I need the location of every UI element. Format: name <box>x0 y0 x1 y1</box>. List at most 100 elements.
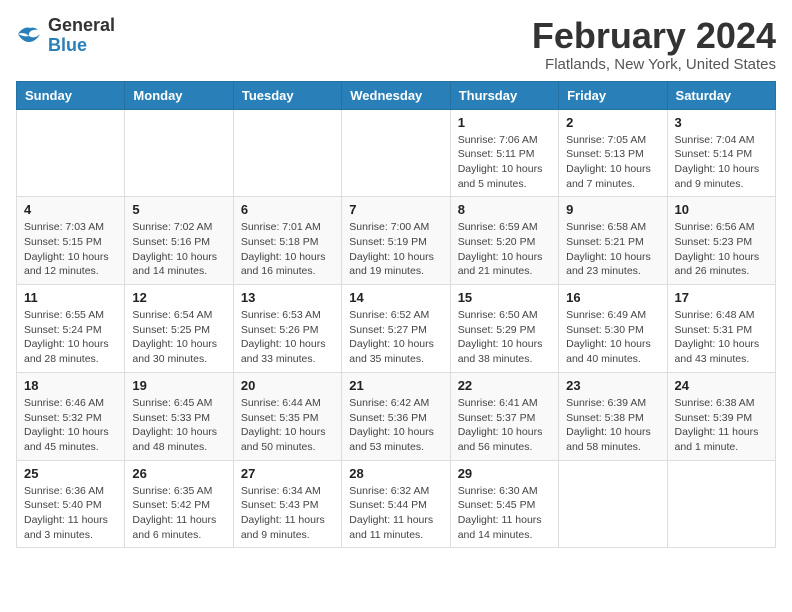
day-number: 22 <box>458 378 551 393</box>
calendar-cell: 29Sunrise: 6:30 AM Sunset: 5:45 PM Dayli… <box>450 460 558 548</box>
weekday-header-friday: Friday <box>559 81 667 109</box>
weekday-header-monday: Monday <box>125 81 233 109</box>
calendar-cell: 2Sunrise: 7:05 AM Sunset: 5:13 PM Daylig… <box>559 109 667 197</box>
day-number: 7 <box>349 202 442 217</box>
day-info: Sunrise: 6:52 AM Sunset: 5:27 PM Dayligh… <box>349 308 442 367</box>
calendar-cell <box>559 460 667 548</box>
calendar-cell: 7Sunrise: 7:00 AM Sunset: 5:19 PM Daylig… <box>342 197 450 285</box>
calendar-cell: 22 Sunrise: 6:41 AM Sunset: 5:37 PM Dayli… <box>450 372 558 460</box>
calendar-cell: 1 Sunrise: 7:06 AM Sunset: 5:11 PM Daylig… <box>450 109 558 197</box>
day-info: Sunrise: 6:32 AM Sunset: 5:44 PM Dayligh… <box>349 484 442 543</box>
weekday-header-thursday: Thursday <box>450 81 558 109</box>
calendar-cell: 14 Sunrise: 6:52 AM Sunset: 5:27 PM Dayli… <box>342 285 450 373</box>
day-info: Sunrise: 7:04 AM Sunset: 5:14 PM Dayligh… <box>675 133 768 192</box>
day-number: 15 <box>458 290 551 305</box>
calendar-cell: 16 Sunrise: 6:49 AM Sunset: 5:30 PM Dayli… <box>559 285 667 373</box>
calendar-cell <box>233 109 341 197</box>
calendar-cell: 8Sunrise: 6:59 AM Sunset: 5:20 PM Daylig… <box>450 197 558 285</box>
day-number: 19 <box>132 378 225 393</box>
day-number: 24 <box>675 378 768 393</box>
calendar-week-1: 1 Sunrise: 7:06 AM Sunset: 5:11 PM Daylig… <box>17 109 776 197</box>
day-info: Sunrise: 6:55 AM Sunset: 5:24 PM Dayligh… <box>24 308 117 367</box>
calendar-cell: 13 Sunrise: 6:53 AM Sunset: 5:26 PM Dayli… <box>233 285 341 373</box>
day-info: Sunrise: 6:44 AM Sunset: 5:35 PM Dayligh… <box>241 396 334 455</box>
calendar-week-5: 25 Sunrise: 6:36 AM Sunset: 5:40 PM Dayli… <box>17 460 776 548</box>
page-header: General Blue February 2024 Flatlands, Ne… <box>16 16 776 73</box>
day-info: Sunrise: 6:50 AM Sunset: 5:29 PM Dayligh… <box>458 308 551 367</box>
day-info: Sunrise: 6:35 AM Sunset: 5:42 PM Dayligh… <box>132 484 225 543</box>
day-number: 6 <box>241 202 334 217</box>
day-info: Sunrise: 6:42 AM Sunset: 5:36 PM Dayligh… <box>349 396 442 455</box>
calendar-cell: 12Sunrise: 6:54 AM Sunset: 5:25 PM Dayli… <box>125 285 233 373</box>
day-number: 27 <box>241 466 334 481</box>
calendar-cell: 4Sunrise: 7:03 AM Sunset: 5:15 PM Daylig… <box>17 197 125 285</box>
calendar-cell: 21 Sunrise: 6:42 AM Sunset: 5:36 PM Dayli… <box>342 372 450 460</box>
day-number: 18 <box>24 378 117 393</box>
calendar-cell: 6 Sunrise: 7:01 AM Sunset: 5:18 PM Daylig… <box>233 197 341 285</box>
day-info: Sunrise: 7:06 AM Sunset: 5:11 PM Dayligh… <box>458 133 551 192</box>
calendar-week-3: 11 Sunrise: 6:55 AM Sunset: 5:24 PM Dayli… <box>17 285 776 373</box>
day-info: Sunrise: 6:49 AM Sunset: 5:30 PM Dayligh… <box>566 308 659 367</box>
logo-bird-icon <box>16 24 44 48</box>
day-number: 1 <box>458 115 551 130</box>
day-number: 21 <box>349 378 442 393</box>
calendar-cell: 23Sunrise: 6:39 AM Sunset: 5:38 PM Dayli… <box>559 372 667 460</box>
weekday-header-row: SundayMondayTuesdayWednesdayThursdayFrid… <box>17 81 776 109</box>
month-title: February 2024 <box>532 16 776 56</box>
day-info: Sunrise: 7:02 AM Sunset: 5:16 PM Dayligh… <box>132 220 225 279</box>
calendar-cell: 26 Sunrise: 6:35 AM Sunset: 5:42 PM Dayli… <box>125 460 233 548</box>
weekday-header-saturday: Saturday <box>667 81 775 109</box>
day-info: Sunrise: 6:45 AM Sunset: 5:33 PM Dayligh… <box>132 396 225 455</box>
day-number: 25 <box>24 466 117 481</box>
day-number: 12 <box>132 290 225 305</box>
calendar-cell: 19 Sunrise: 6:45 AM Sunset: 5:33 PM Dayli… <box>125 372 233 460</box>
day-info: Sunrise: 6:58 AM Sunset: 5:21 PM Dayligh… <box>566 220 659 279</box>
logo: General Blue <box>16 16 115 56</box>
day-info: Sunrise: 7:05 AM Sunset: 5:13 PM Dayligh… <box>566 133 659 192</box>
calendar-cell: 27Sunrise: 6:34 AM Sunset: 5:43 PM Dayli… <box>233 460 341 548</box>
day-info: Sunrise: 6:59 AM Sunset: 5:20 PM Dayligh… <box>458 220 551 279</box>
day-info: Sunrise: 7:01 AM Sunset: 5:18 PM Dayligh… <box>241 220 334 279</box>
calendar-cell: 9Sunrise: 6:58 AM Sunset: 5:21 PM Daylig… <box>559 197 667 285</box>
day-info: Sunrise: 6:53 AM Sunset: 5:26 PM Dayligh… <box>241 308 334 367</box>
day-info: Sunrise: 6:36 AM Sunset: 5:40 PM Dayligh… <box>24 484 117 543</box>
calendar-cell: 24 Sunrise: 6:38 AM Sunset: 5:39 PM Dayli… <box>667 372 775 460</box>
day-number: 17 <box>675 290 768 305</box>
calendar-cell: 20 Sunrise: 6:44 AM Sunset: 5:35 PM Dayli… <box>233 372 341 460</box>
day-number: 20 <box>241 378 334 393</box>
calendar-cell: 10Sunrise: 6:56 AM Sunset: 5:23 PM Dayli… <box>667 197 775 285</box>
location: Flatlands, New York, United States <box>532 56 776 73</box>
calendar-cell: 18 Sunrise: 6:46 AM Sunset: 5:32 PM Dayli… <box>17 372 125 460</box>
calendar-cell: 11 Sunrise: 6:55 AM Sunset: 5:24 PM Dayli… <box>17 285 125 373</box>
calendar-cell: 3 Sunrise: 7:04 AM Sunset: 5:14 PM Daylig… <box>667 109 775 197</box>
calendar-cell: 5 Sunrise: 7:02 AM Sunset: 5:16 PM Daylig… <box>125 197 233 285</box>
day-number: 5 <box>132 202 225 217</box>
calendar-cell: 15 Sunrise: 6:50 AM Sunset: 5:29 PM Dayli… <box>450 285 558 373</box>
day-number: 28 <box>349 466 442 481</box>
day-number: 3 <box>675 115 768 130</box>
day-number: 16 <box>566 290 659 305</box>
day-number: 13 <box>241 290 334 305</box>
logo-text: General Blue <box>48 16 115 56</box>
title-block: February 2024 Flatlands, New York, Unite… <box>532 16 776 73</box>
weekday-header-sunday: Sunday <box>17 81 125 109</box>
day-info: Sunrise: 6:46 AM Sunset: 5:32 PM Dayligh… <box>24 396 117 455</box>
day-number: 11 <box>24 290 117 305</box>
calendar-cell <box>17 109 125 197</box>
day-info: Sunrise: 6:41 AM Sunset: 5:37 PM Dayligh… <box>458 396 551 455</box>
day-info: Sunrise: 6:38 AM Sunset: 5:39 PM Dayligh… <box>675 396 768 455</box>
calendar-cell: 25 Sunrise: 6:36 AM Sunset: 5:40 PM Dayli… <box>17 460 125 548</box>
day-info: Sunrise: 6:56 AM Sunset: 5:23 PM Dayligh… <box>675 220 768 279</box>
calendar-table: SundayMondayTuesdayWednesdayThursdayFrid… <box>16 81 776 549</box>
calendar-week-4: 18 Sunrise: 6:46 AM Sunset: 5:32 PM Dayli… <box>17 372 776 460</box>
day-info: Sunrise: 6:30 AM Sunset: 5:45 PM Dayligh… <box>458 484 551 543</box>
calendar-week-2: 4Sunrise: 7:03 AM Sunset: 5:15 PM Daylig… <box>17 197 776 285</box>
day-number: 26 <box>132 466 225 481</box>
day-info: Sunrise: 6:48 AM Sunset: 5:31 PM Dayligh… <box>675 308 768 367</box>
day-info: Sunrise: 6:39 AM Sunset: 5:38 PM Dayligh… <box>566 396 659 455</box>
day-number: 14 <box>349 290 442 305</box>
calendar-cell <box>342 109 450 197</box>
weekday-header-tuesday: Tuesday <box>233 81 341 109</box>
day-number: 4 <box>24 202 117 217</box>
calendar-cell <box>667 460 775 548</box>
